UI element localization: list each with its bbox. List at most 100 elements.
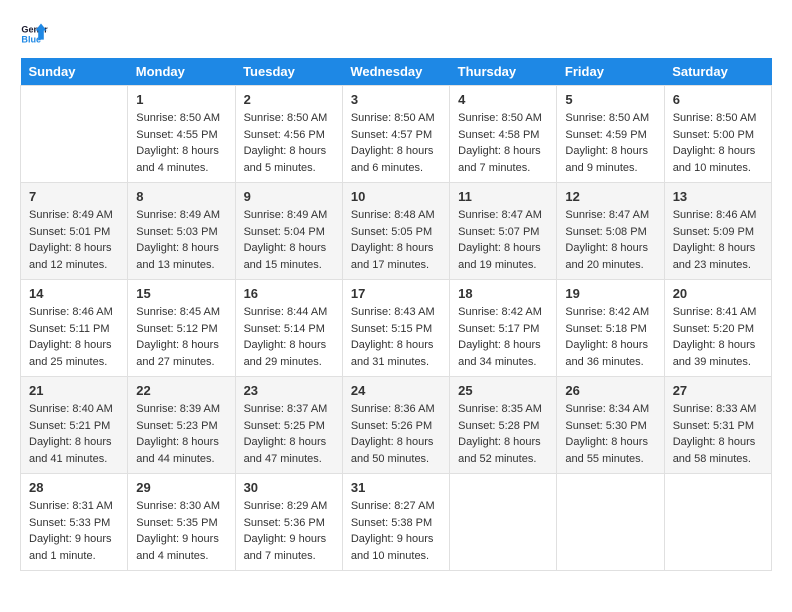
day-number: 20 — [673, 286, 763, 301]
day-info: Sunrise: 8:48 AM Sunset: 5:05 PM Dayligh… — [351, 207, 441, 273]
sunrise-text: Sunrise: 8:29 AM — [244, 498, 334, 515]
svg-text:Blue: Blue — [21, 34, 41, 44]
calendar-day: 30 Sunrise: 8:29 AM Sunset: 5:36 PM Dayl… — [235, 474, 342, 571]
sunset-text: Sunset: 5:18 PM — [565, 321, 655, 338]
sunrise-text: Sunrise: 8:41 AM — [673, 304, 763, 321]
sunset-text: Sunset: 4:58 PM — [458, 127, 548, 144]
day-header-monday: Monday — [128, 58, 235, 86]
sunset-text: Sunset: 5:31 PM — [673, 418, 763, 435]
calendar-table: SundayMondayTuesdayWednesdayThursdayFrid… — [20, 58, 772, 571]
calendar-day: 15 Sunrise: 8:45 AM Sunset: 5:12 PM Dayl… — [128, 280, 235, 377]
calendar-day: 5 Sunrise: 8:50 AM Sunset: 4:59 PM Dayli… — [557, 86, 664, 183]
calendar-day: 18 Sunrise: 8:42 AM Sunset: 5:17 PM Dayl… — [450, 280, 557, 377]
calendar-day: 27 Sunrise: 8:33 AM Sunset: 5:31 PM Dayl… — [664, 377, 771, 474]
day-info: Sunrise: 8:40 AM Sunset: 5:21 PM Dayligh… — [29, 401, 119, 467]
calendar-week-2: 7 Sunrise: 8:49 AM Sunset: 5:01 PM Dayli… — [21, 183, 772, 280]
sunrise-text: Sunrise: 8:44 AM — [244, 304, 334, 321]
sunrise-text: Sunrise: 8:50 AM — [673, 110, 763, 127]
day-number: 26 — [565, 383, 655, 398]
day-info: Sunrise: 8:47 AM Sunset: 5:07 PM Dayligh… — [458, 207, 548, 273]
daylight-text: Daylight: 9 hours and 1 minute. — [29, 531, 119, 564]
daylight-text: Daylight: 8 hours and 5 minutes. — [244, 143, 334, 176]
calendar-day: 11 Sunrise: 8:47 AM Sunset: 5:07 PM Dayl… — [450, 183, 557, 280]
daylight-text: Daylight: 8 hours and 10 minutes. — [673, 143, 763, 176]
daylight-text: Daylight: 9 hours and 4 minutes. — [136, 531, 226, 564]
calendar-day: 2 Sunrise: 8:50 AM Sunset: 4:56 PM Dayli… — [235, 86, 342, 183]
day-info: Sunrise: 8:34 AM Sunset: 5:30 PM Dayligh… — [565, 401, 655, 467]
daylight-text: Daylight: 9 hours and 7 minutes. — [244, 531, 334, 564]
sunset-text: Sunset: 5:30 PM — [565, 418, 655, 435]
daylight-text: Daylight: 8 hours and 52 minutes. — [458, 434, 548, 467]
sunrise-text: Sunrise: 8:35 AM — [458, 401, 548, 418]
sunrise-text: Sunrise: 8:49 AM — [136, 207, 226, 224]
day-number: 17 — [351, 286, 441, 301]
sunset-text: Sunset: 5:35 PM — [136, 515, 226, 532]
day-info: Sunrise: 8:50 AM Sunset: 4:57 PM Dayligh… — [351, 110, 441, 176]
day-info: Sunrise: 8:45 AM Sunset: 5:12 PM Dayligh… — [136, 304, 226, 370]
sunset-text: Sunset: 5:33 PM — [29, 515, 119, 532]
calendar-week-5: 28 Sunrise: 8:31 AM Sunset: 5:33 PM Dayl… — [21, 474, 772, 571]
sunrise-text: Sunrise: 8:40 AM — [29, 401, 119, 418]
sunrise-text: Sunrise: 8:49 AM — [244, 207, 334, 224]
sunrise-text: Sunrise: 8:36 AM — [351, 401, 441, 418]
day-info: Sunrise: 8:44 AM Sunset: 5:14 PM Dayligh… — [244, 304, 334, 370]
calendar-day: 26 Sunrise: 8:34 AM Sunset: 5:30 PM Dayl… — [557, 377, 664, 474]
daylight-text: Daylight: 8 hours and 47 minutes. — [244, 434, 334, 467]
calendar-day: 23 Sunrise: 8:37 AM Sunset: 5:25 PM Dayl… — [235, 377, 342, 474]
sunrise-text: Sunrise: 8:37 AM — [244, 401, 334, 418]
day-number: 5 — [565, 92, 655, 107]
day-number: 27 — [673, 383, 763, 398]
sunrise-text: Sunrise: 8:42 AM — [565, 304, 655, 321]
day-header-friday: Friday — [557, 58, 664, 86]
calendar-week-4: 21 Sunrise: 8:40 AM Sunset: 5:21 PM Dayl… — [21, 377, 772, 474]
daylight-text: Daylight: 8 hours and 58 minutes. — [673, 434, 763, 467]
day-number: 9 — [244, 189, 334, 204]
calendar-day: 16 Sunrise: 8:44 AM Sunset: 5:14 PM Dayl… — [235, 280, 342, 377]
sunrise-text: Sunrise: 8:45 AM — [136, 304, 226, 321]
sunset-text: Sunset: 4:59 PM — [565, 127, 655, 144]
sunrise-text: Sunrise: 8:30 AM — [136, 498, 226, 515]
day-number: 25 — [458, 383, 548, 398]
calendar-day: 29 Sunrise: 8:30 AM Sunset: 5:35 PM Dayl… — [128, 474, 235, 571]
calendar-day — [664, 474, 771, 571]
day-number: 19 — [565, 286, 655, 301]
daylight-text: Daylight: 8 hours and 39 minutes. — [673, 337, 763, 370]
sunrise-text: Sunrise: 8:46 AM — [29, 304, 119, 321]
day-info: Sunrise: 8:50 AM Sunset: 4:59 PM Dayligh… — [565, 110, 655, 176]
day-info: Sunrise: 8:50 AM Sunset: 4:56 PM Dayligh… — [244, 110, 334, 176]
daylight-text: Daylight: 8 hours and 20 minutes. — [565, 240, 655, 273]
calendar-week-1: 1 Sunrise: 8:50 AM Sunset: 4:55 PM Dayli… — [21, 86, 772, 183]
sunset-text: Sunset: 5:09 PM — [673, 224, 763, 241]
sunrise-text: Sunrise: 8:39 AM — [136, 401, 226, 418]
sunset-text: Sunset: 5:26 PM — [351, 418, 441, 435]
sunrise-text: Sunrise: 8:47 AM — [565, 207, 655, 224]
calendar-day: 6 Sunrise: 8:50 AM Sunset: 5:00 PM Dayli… — [664, 86, 771, 183]
calendar-day: 25 Sunrise: 8:35 AM Sunset: 5:28 PM Dayl… — [450, 377, 557, 474]
day-info: Sunrise: 8:33 AM Sunset: 5:31 PM Dayligh… — [673, 401, 763, 467]
day-number: 10 — [351, 189, 441, 204]
day-info: Sunrise: 8:49 AM Sunset: 5:04 PM Dayligh… — [244, 207, 334, 273]
day-number: 22 — [136, 383, 226, 398]
sunrise-text: Sunrise: 8:50 AM — [136, 110, 226, 127]
sunset-text: Sunset: 4:57 PM — [351, 127, 441, 144]
sunset-text: Sunset: 5:12 PM — [136, 321, 226, 338]
daylight-text: Daylight: 8 hours and 12 minutes. — [29, 240, 119, 273]
day-header-tuesday: Tuesday — [235, 58, 342, 86]
calendar-day: 20 Sunrise: 8:41 AM Sunset: 5:20 PM Dayl… — [664, 280, 771, 377]
daylight-text: Daylight: 8 hours and 23 minutes. — [673, 240, 763, 273]
day-info: Sunrise: 8:50 AM Sunset: 4:58 PM Dayligh… — [458, 110, 548, 176]
sunrise-text: Sunrise: 8:50 AM — [565, 110, 655, 127]
sunset-text: Sunset: 5:00 PM — [673, 127, 763, 144]
calendar-day: 17 Sunrise: 8:43 AM Sunset: 5:15 PM Dayl… — [342, 280, 449, 377]
calendar-day: 21 Sunrise: 8:40 AM Sunset: 5:21 PM Dayl… — [21, 377, 128, 474]
day-number: 11 — [458, 189, 548, 204]
day-info: Sunrise: 8:37 AM Sunset: 5:25 PM Dayligh… — [244, 401, 334, 467]
day-info: Sunrise: 8:29 AM Sunset: 5:36 PM Dayligh… — [244, 498, 334, 564]
day-info: Sunrise: 8:49 AM Sunset: 5:01 PM Dayligh… — [29, 207, 119, 273]
day-number: 6 — [673, 92, 763, 107]
day-number: 16 — [244, 286, 334, 301]
day-header-thursday: Thursday — [450, 58, 557, 86]
calendar-day: 31 Sunrise: 8:27 AM Sunset: 5:38 PM Dayl… — [342, 474, 449, 571]
calendar-day — [557, 474, 664, 571]
sunset-text: Sunset: 5:01 PM — [29, 224, 119, 241]
